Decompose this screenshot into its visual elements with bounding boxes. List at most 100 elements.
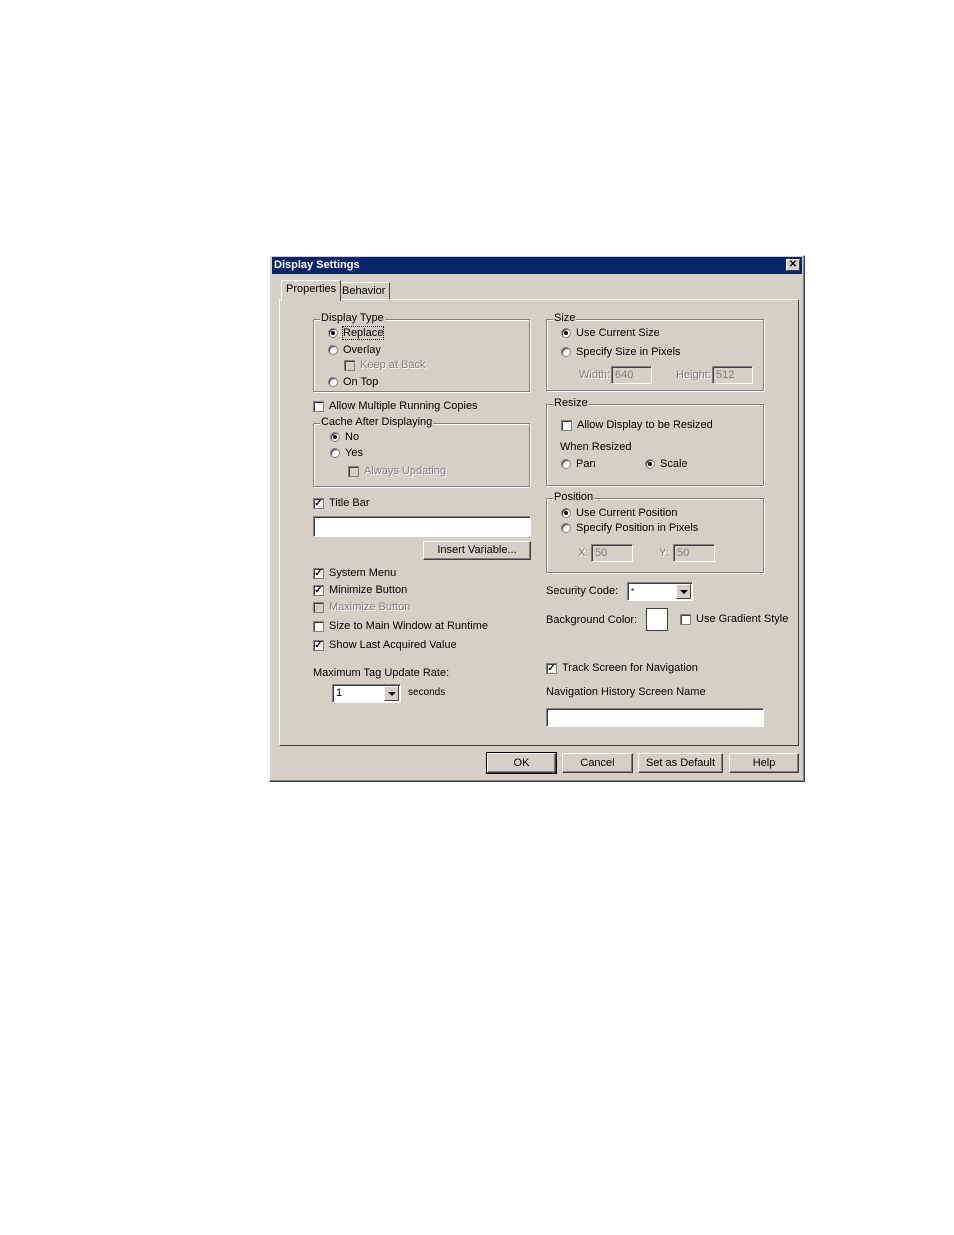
security-code-label: Security Code:	[546, 585, 619, 597]
radio-specify-position[interactable]: Specify Position in Pixels	[561, 522, 698, 534]
y-label: Y:	[659, 547, 669, 559]
radio-label: Scale	[660, 458, 688, 470]
checkbox-box: ✓	[313, 584, 324, 596]
checkbox-box	[348, 465, 359, 477]
tab-properties[interactable]: Properties	[281, 280, 342, 301]
radio-cache-no[interactable]: No	[330, 431, 359, 443]
radio-on-top[interactable]: On Top	[328, 376, 378, 388]
allow-multiple-checkbox[interactable]: Allow Multiple Running Copies	[313, 400, 478, 412]
nav-history-input[interactable]	[546, 708, 764, 727]
checkbox-label: Maximize Button	[329, 601, 411, 613]
radio-label: Replace	[341, 326, 385, 340]
radio-replace[interactable]: Replace	[328, 326, 385, 340]
keep-at-back-checkbox[interactable]: Keep at Back	[344, 359, 425, 371]
radio-cache-yes[interactable]: Yes	[330, 447, 363, 459]
close-icon[interactable]: ✕	[786, 259, 800, 271]
radio-indicator	[330, 432, 340, 442]
minimize-button-checkbox[interactable]: ✓ Minimize Button	[313, 584, 407, 596]
radio-indicator	[561, 328, 571, 338]
set-as-default-button[interactable]: Set as Default	[638, 753, 723, 773]
insert-variable-button[interactable]: Insert Variable...	[423, 541, 531, 560]
checkbox-label: Always Updating	[364, 465, 446, 477]
always-updating-checkbox[interactable]: Always Updating	[348, 465, 446, 477]
checkbox-label: Size to Main Window at Runtime	[329, 620, 488, 632]
radio-label: Pan	[576, 458, 596, 470]
checkbox-box: ✓	[313, 567, 324, 579]
radio-specify-size[interactable]: Specify Size in Pixels	[561, 346, 681, 358]
display-settings-dialog: Display Settings ✕ Properties Behavior D…	[269, 255, 805, 782]
background-color-swatch[interactable]	[646, 608, 668, 631]
gradient-style-checkbox[interactable]: Use Gradient Style	[680, 613, 788, 625]
radio-pan[interactable]: Pan	[561, 458, 596, 470]
checkbox-label: Track Screen for Navigation	[562, 662, 698, 674]
title-bar-checkbox[interactable]: ✓ Title Bar	[313, 497, 370, 509]
checkbox-label: Keep at Back	[360, 359, 426, 371]
maximize-button-checkbox[interactable]: Maximize Button	[313, 601, 410, 613]
title-bar: Display Settings ✕	[272, 257, 802, 274]
width-input[interactable]: 640	[611, 366, 652, 384]
tab-behavior[interactable]: Behavior	[337, 282, 391, 300]
help-button[interactable]: Help	[729, 753, 799, 773]
width-label: Width:	[579, 369, 611, 381]
checkbox-box	[313, 601, 324, 613]
cancel-button[interactable]: Cancel	[562, 753, 633, 773]
update-rate-combo[interactable]: 1	[332, 684, 401, 703]
radio-indicator	[328, 377, 338, 387]
track-screen-checkbox[interactable]: ✓ Track Screen for Navigation	[546, 662, 698, 674]
radio-indicator	[561, 523, 571, 533]
checkbox-box	[344, 359, 355, 371]
system-menu-checkbox[interactable]: ✓ System Menu	[313, 567, 396, 579]
checkbox-box	[313, 400, 324, 412]
security-code-combo[interactable]: *	[627, 582, 693, 601]
ok-button[interactable]: OK	[486, 752, 557, 774]
radio-scale[interactable]: Scale	[645, 458, 688, 470]
tab-label: Properties	[286, 283, 337, 295]
group-label: Resize	[553, 397, 589, 409]
when-resized-label: When Resized	[560, 441, 632, 453]
checkbox-label: Allow Display to be Resized	[577, 419, 713, 431]
seconds-label: seconds	[408, 687, 446, 698]
checkbox-label: Title Bar	[329, 497, 370, 509]
radio-indicator	[561, 508, 571, 518]
height-label: Height:	[676, 369, 711, 381]
checkbox-label: Show Last Acquired Value	[329, 639, 457, 651]
radio-label: Specify Position in Pixels	[576, 522, 699, 534]
checkbox-label: Allow Multiple Running Copies	[329, 400, 478, 412]
tab-label: Behavior	[342, 285, 386, 297]
size-to-main-window-checkbox[interactable]: Size to Main Window at Runtime	[313, 620, 488, 632]
radio-indicator	[645, 459, 655, 469]
window-title: Display Settings	[274, 259, 360, 271]
chevron-down-icon[interactable]	[676, 584, 691, 599]
radio-indicator	[328, 328, 338, 338]
radio-label: Yes	[345, 447, 363, 459]
height-input[interactable]: 512	[712, 366, 753, 384]
checkbox-label: Use Gradient Style	[696, 613, 789, 625]
allow-resize-checkbox[interactable]: Allow Display to be Resized	[561, 419, 713, 431]
radio-indicator	[330, 448, 340, 458]
radio-use-current-position[interactable]: Use Current Position	[561, 507, 678, 519]
radio-label: Use Current Position	[576, 507, 678, 519]
radio-label: No	[345, 431, 360, 443]
combo-value: 1	[336, 687, 343, 699]
checkbox-label: Minimize Button	[329, 584, 408, 596]
background-color-label: Background Color:	[546, 614, 638, 626]
chevron-down-icon[interactable]	[384, 686, 399, 701]
radio-label: Specify Size in Pixels	[576, 346, 681, 358]
group-label: Cache After Displaying	[320, 416, 434, 428]
checkbox-box: ✓	[546, 662, 557, 674]
checkbox-box: ✓	[313, 639, 324, 651]
radio-indicator	[561, 459, 571, 469]
radio-label: Overlay	[343, 344, 381, 356]
group-label: Size	[553, 312, 577, 324]
radio-indicator	[328, 345, 338, 355]
radio-label: On Top	[343, 376, 379, 388]
combo-value: *	[631, 587, 635, 596]
radio-use-current-size[interactable]: Use Current Size	[561, 327, 660, 339]
title-bar-input[interactable]	[313, 516, 531, 537]
checkbox-box	[561, 419, 572, 431]
show-last-acquired-checkbox[interactable]: ✓ Show Last Acquired Value	[313, 639, 457, 651]
radio-overlay[interactable]: Overlay	[328, 344, 381, 356]
y-input[interactable]: 50	[673, 544, 715, 562]
x-input[interactable]: 50	[591, 544, 633, 562]
nav-history-label: Navigation History Screen Name	[546, 686, 706, 698]
